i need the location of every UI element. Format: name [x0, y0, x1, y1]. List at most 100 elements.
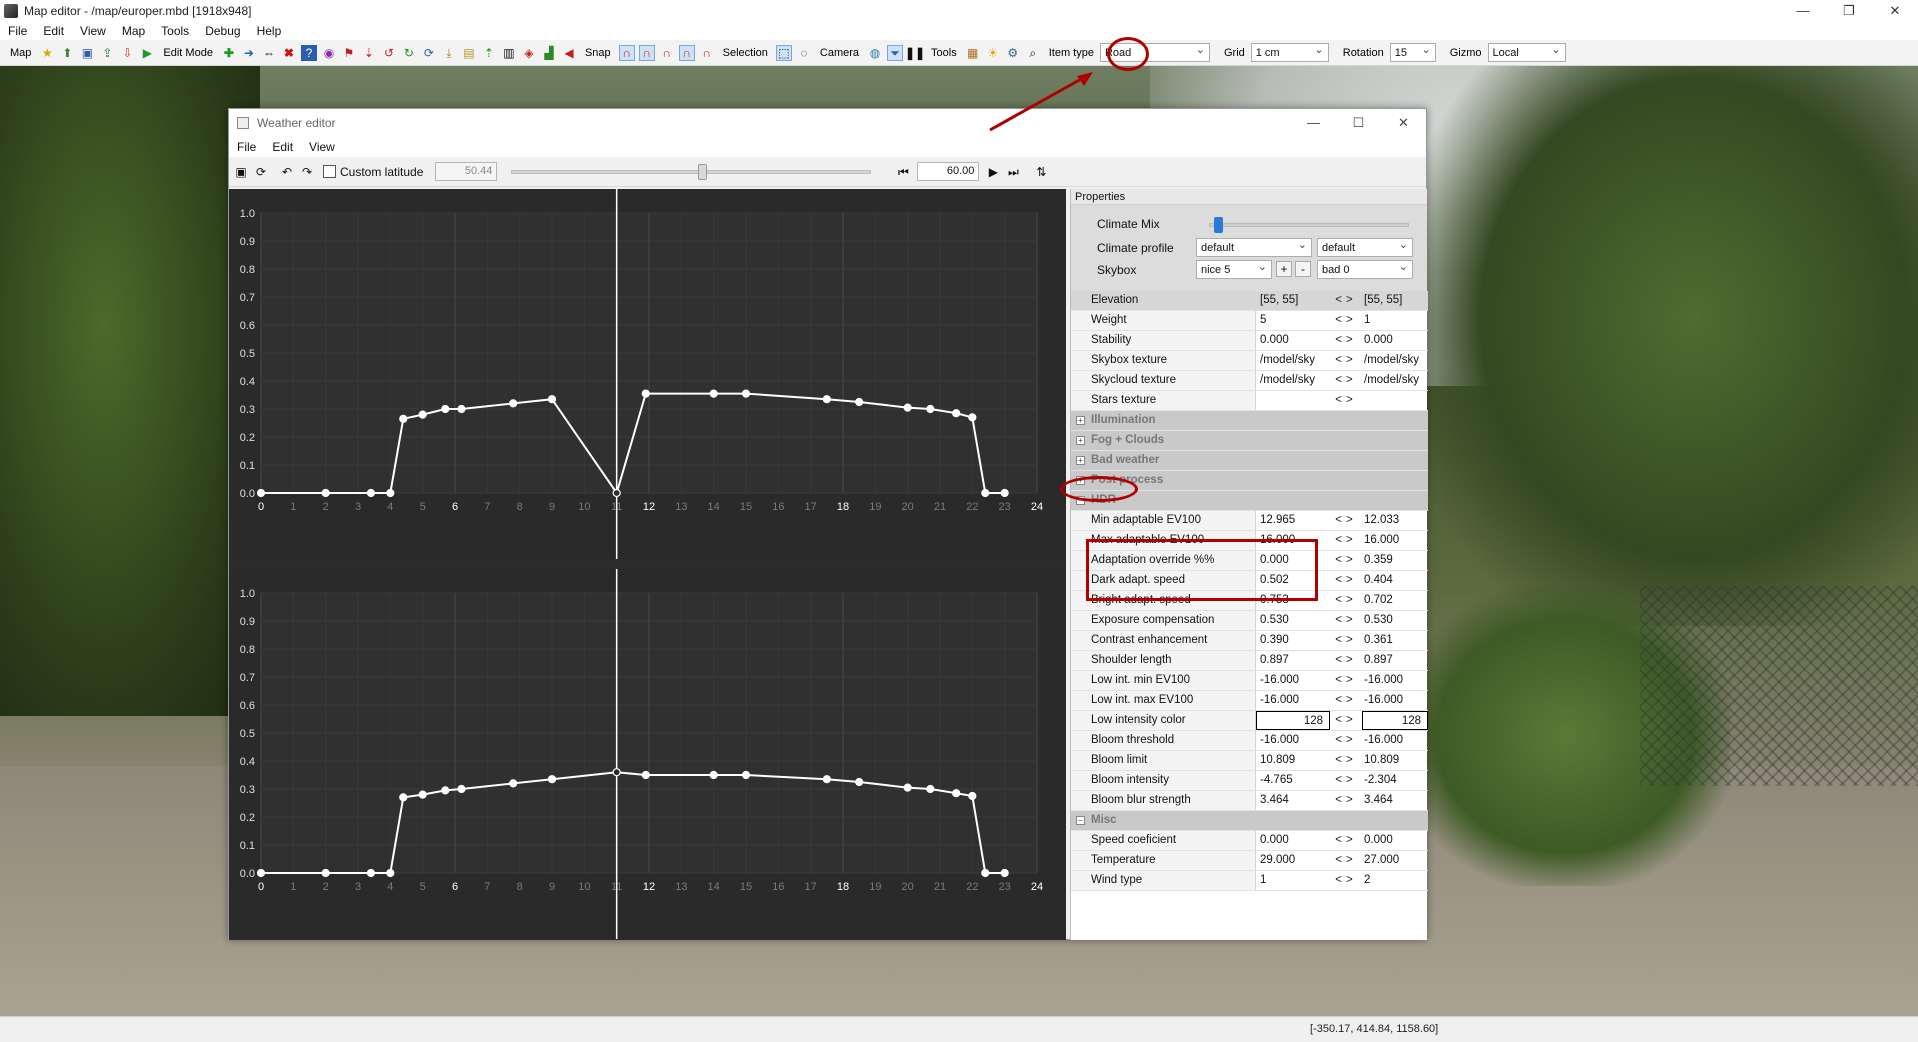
property-row[interactable]: Skycloud texture/model/sky <>/model/sky: [1071, 371, 1428, 391]
play-forward-icon[interactable]: ▶: [985, 164, 1001, 180]
property-value-1[interactable]: 0.897: [1256, 651, 1330, 670]
property-value-2[interactable]: -16.000: [1362, 671, 1428, 690]
curve-graph-top[interactable]: 0123456789101112131415161718192021222324…: [229, 189, 1066, 559]
property-row[interactable]: Temperature 29.000 <> 27.000: [1071, 851, 1428, 871]
property-value-1[interactable]: -4.765: [1256, 771, 1330, 790]
copy-arrows-icon[interactable]: <>: [1330, 511, 1362, 530]
weather-editor-titlebar[interactable]: Weather editor — ☐ ✕: [229, 109, 1426, 137]
property-value-2[interactable]: /model/sky: [1362, 371, 1428, 390]
curve-graph-top-svg[interactable]: 0123456789101112131415161718192021222324…: [229, 189, 1066, 559]
copy-arrows-icon[interactable]: <>: [1330, 531, 1362, 550]
snap-magnet-4-icon[interactable]: ∩: [678, 44, 695, 61]
toolbar-tools-label[interactable]: Tools: [931, 47, 957, 59]
lasso-icon[interactable]: ◌: [796, 45, 812, 61]
weather-minimize-icon[interactable]: —: [1291, 109, 1336, 137]
open-icon[interactable]: ⬆: [59, 45, 75, 61]
property-row[interactable]: Low int. min EV100 -16.000 <> -16.000: [1071, 671, 1428, 691]
weather-menu-edit[interactable]: Edit: [264, 140, 301, 154]
climate-mix-thumb[interactable]: [1213, 217, 1223, 233]
copy-arrows-icon[interactable]: <>: [1330, 671, 1362, 690]
copy-arrows-icon[interactable]: <>: [1330, 611, 1362, 630]
property-value-2[interactable]: -16.000: [1362, 691, 1428, 710]
grid-tool-icon[interactable]: ▦: [965, 45, 981, 61]
menu-help[interactable]: Help: [249, 24, 290, 38]
copy-arrows-icon[interactable]: <>: [1330, 351, 1362, 370]
raise-icon[interactable]: ⇡: [481, 45, 497, 61]
property-value-2[interactable]: 10.809: [1362, 751, 1428, 770]
weather-menu-view[interactable]: View: [301, 140, 343, 154]
property-value-1[interactable]: 1: [1256, 871, 1330, 890]
ruler-icon[interactable]: ▤: [461, 45, 477, 61]
property-value-2[interactable]: 0.530: [1362, 611, 1428, 630]
property-value-1[interactable]: 0.530: [1256, 611, 1330, 630]
copy-arrows-icon[interactable]: <>: [1330, 771, 1362, 790]
undo-icon[interactable]: ↶: [279, 164, 295, 180]
star-icon[interactable]: ★: [39, 45, 55, 61]
info-icon[interactable]: ◉: [321, 45, 337, 61]
weather-maximize-icon[interactable]: ☐: [1336, 109, 1381, 137]
property-row[interactable]: Min adaptable EV100 12.965 <> 12.033: [1071, 511, 1428, 531]
grid-select[interactable]: 1 cm: [1250, 43, 1329, 62]
settings-gear-icon[interactable]: ⚙: [1005, 45, 1021, 61]
property-section[interactable]: + Fog + Clouds: [1071, 431, 1428, 451]
pin-icon[interactable]: ⤓: [441, 45, 457, 61]
export-icon[interactable]: ⇩: [119, 45, 135, 61]
menu-map[interactable]: Map: [114, 24, 153, 38]
property-value-1[interactable]: /model/sky: [1256, 351, 1330, 370]
sound-icon[interactable]: ◀: [561, 45, 577, 61]
property-row[interactable]: Exposure compensation 0.530 <> 0.530: [1071, 611, 1428, 631]
weather-close-icon[interactable]: ✕: [1381, 109, 1426, 137]
move-icon[interactable]: ➜: [241, 45, 257, 61]
toolbar-edit-mode-label[interactable]: Edit Mode: [163, 47, 213, 59]
redo-icon[interactable]: ↷: [299, 164, 315, 180]
skip-start-icon[interactable]: ⏮: [895, 164, 911, 180]
add-icon[interactable]: ✚: [221, 45, 237, 61]
play-icon[interactable]: ▶: [139, 45, 155, 61]
weather-menu-file[interactable]: File: [229, 140, 264, 154]
upload-icon[interactable]: ⇪: [99, 45, 115, 61]
weather-save-icon[interactable]: ▣: [233, 164, 249, 180]
property-section[interactable]: − Misc: [1071, 811, 1428, 831]
property-value-2[interactable]: [1362, 391, 1428, 410]
custom-latitude-checkbox[interactable]: [323, 165, 336, 178]
close-icon[interactable]: ✕: [1872, 0, 1918, 22]
toolbar-map-label[interactable]: Map: [10, 47, 31, 59]
copy-arrows-icon[interactable]: <>: [1330, 731, 1362, 750]
copy-arrows-icon[interactable]: <>: [1330, 871, 1362, 890]
property-row[interactable]: Bloom threshold -16.000 <> -16.000: [1071, 731, 1428, 751]
copy-arrows-icon[interactable]: <>: [1330, 851, 1362, 870]
curve-graph-bottom[interactable]: 0123456789101112131415161718192021222324…: [229, 569, 1066, 939]
property-row[interactable]: Speed coeficient 0.000 <> 0.000: [1071, 831, 1428, 851]
climate-profile-select-1[interactable]: default: [1196, 238, 1312, 257]
copy-arrows-icon[interactable]: <>: [1330, 751, 1362, 770]
toolbar-snap-label[interactable]: Snap: [585, 47, 611, 59]
property-section[interactable]: + Illumination: [1071, 411, 1428, 431]
property-row[interactable]: Low intensity color 128 <> 128: [1071, 711, 1428, 731]
property-value-2[interactable]: 0.359: [1362, 551, 1428, 570]
skybox-select-1[interactable]: nice 5: [1196, 260, 1272, 279]
copy-arrows-icon[interactable]: <>: [1330, 371, 1362, 390]
property-value-1[interactable]: 3.464: [1256, 791, 1330, 810]
expander-icon[interactable]: +: [1076, 436, 1085, 445]
menu-debug[interactable]: Debug: [197, 24, 248, 38]
property-value-2[interactable]: 0.361: [1362, 631, 1428, 650]
copy-arrows-icon[interactable]: <>: [1330, 711, 1362, 730]
copy-arrows-icon[interactable]: <>: [1330, 551, 1362, 570]
property-row[interactable]: Elevation [55, 55] <> [55, 55]: [1071, 291, 1428, 311]
copy-arrows-icon[interactable]: <>: [1330, 391, 1362, 410]
property-value-1[interactable]: 0.390: [1256, 631, 1330, 650]
skybox-remove-icon[interactable]: -: [1295, 261, 1311, 277]
property-value-2[interactable]: 128: [1362, 711, 1428, 730]
property-value-2[interactable]: 0.404: [1362, 571, 1428, 590]
property-value-1[interactable]: 128: [1256, 711, 1330, 730]
refresh-icon[interactable]: ⟳: [421, 45, 437, 61]
property-value-2[interactable]: 27.000: [1362, 851, 1428, 870]
latitude-input[interactable]: 50.44: [435, 162, 498, 181]
property-row[interactable]: Low int. max EV100 -16.000 <> -16.000: [1071, 691, 1428, 711]
property-value-1[interactable]: -16.000: [1256, 731, 1330, 750]
menu-tools[interactable]: Tools: [153, 24, 197, 38]
property-row[interactable]: Bloom limit 10.809 <> 10.809: [1071, 751, 1428, 771]
snap-magnet-2-icon[interactable]: ∩: [638, 44, 655, 61]
property-value-2[interactable]: -16.000: [1362, 731, 1428, 750]
menu-view[interactable]: View: [72, 24, 114, 38]
